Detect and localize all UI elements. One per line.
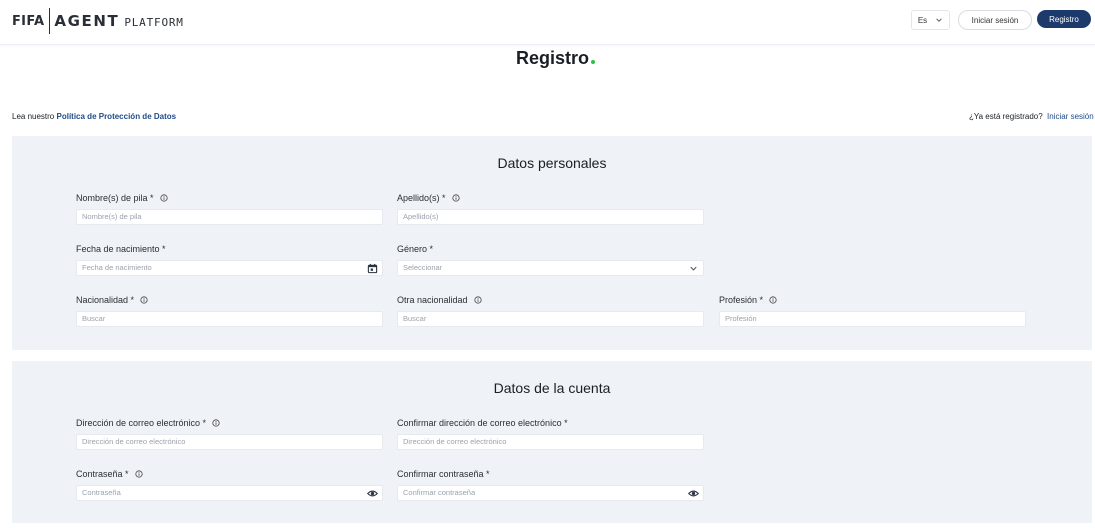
calendar-icon[interactable] — [367, 263, 378, 274]
privacy-policy-link[interactable]: Política de Protección de Datos — [57, 112, 177, 121]
first-name-input[interactable] — [82, 210, 362, 224]
email-label: Dirección de correo electrónico * — [76, 418, 220, 428]
gender-label: Género * — [397, 244, 433, 254]
other-nationality-label: Otra nacionalidad — [397, 295, 482, 305]
login-link[interactable]: Iniciar sesión — [1047, 112, 1094, 121]
last-name-label-text: Apellido(s) * — [397, 193, 446, 203]
info-icon[interactable] — [159, 194, 168, 202]
privacy-notice: Lea nuestro Política de Protección de Da… — [12, 112, 176, 121]
info-icon[interactable] — [769, 296, 777, 304]
nationality-label-text: Nacionalidad * — [76, 295, 135, 305]
info-icon[interactable] — [212, 419, 220, 427]
birth-date-field[interactable] — [76, 260, 383, 276]
confirm-password-label: Confirmar contraseña * — [397, 469, 490, 479]
confirm-email-label-text: Confirmar dirección de correo electrónic… — [397, 418, 568, 428]
eye-icon[interactable] — [688, 488, 699, 499]
password-field[interactable] — [76, 485, 383, 501]
birth-date-label-text: Fecha de nacimiento * — [76, 244, 166, 254]
personal-data-section: Datos personales Nombre(s) de pila * Ape… — [12, 136, 1092, 350]
already-registered-text: ¿Ya está registrado? — [969, 112, 1043, 121]
top-navigation-bar: FIFA AGENT PLATFORM Es Iniciar sesión Re… — [0, 0, 1095, 45]
first-name-label-text: Nombre(s) de pila * — [76, 193, 154, 203]
password-label: Contraseña * — [76, 469, 143, 479]
email-label-text: Dirección de correo electrónico * — [76, 418, 207, 428]
profession-label: Profesión * — [719, 295, 777, 305]
gender-select-value: Seleccionar — [403, 263, 443, 272]
confirm-email-label: Confirmar dirección de correo electrónic… — [397, 418, 568, 428]
birth-date-input[interactable] — [82, 261, 362, 275]
confirm-email-input[interactable] — [403, 435, 683, 449]
gender-label-text: Género * — [397, 244, 434, 254]
language-value: Es — [917, 15, 928, 25]
info-icon[interactable] — [140, 296, 148, 304]
chevron-down-icon[interactable] — [688, 263, 699, 274]
info-icon[interactable] — [473, 296, 482, 304]
password-label-text: Contraseña * — [76, 469, 129, 479]
privacy-notice-prefix: Lea nuestro — [12, 112, 55, 121]
fifa-agent-platform-logo[interactable]: FIFA AGENT PLATFORM — [12, 7, 184, 35]
logo-fifa-text: FIFA — [12, 13, 45, 29]
nationality-input[interactable] — [82, 312, 362, 326]
info-icon[interactable] — [134, 470, 143, 478]
logo-divider — [49, 8, 51, 34]
last-name-label: Apellido(s) * — [397, 193, 460, 203]
account-section-title: Datos de la cuenta — [493, 380, 611, 396]
confirm-email-field[interactable] — [397, 434, 704, 450]
birth-date-label: Fecha de nacimiento * — [76, 244, 166, 254]
profession-field[interactable] — [719, 311, 1026, 327]
logo-platform-text: PLATFORM — [124, 15, 184, 29]
password-input[interactable] — [82, 486, 362, 500]
last-name-input[interactable] — [403, 210, 683, 224]
title-accent-dot — [591, 60, 595, 64]
first-name-label: Nombre(s) de pila * — [76, 193, 168, 203]
confirm-password-input[interactable] — [403, 486, 683, 500]
profession-label-text: Profesión * — [719, 295, 764, 305]
confirm-password-field[interactable] — [397, 485, 704, 501]
first-name-field[interactable] — [76, 209, 383, 225]
chevron-down-icon — [936, 18, 942, 22]
language-selector[interactable]: Es — [911, 10, 950, 30]
other-nationality-field[interactable] — [397, 311, 704, 327]
email-field[interactable] — [76, 434, 383, 450]
register-button[interactable]: Registro — [1037, 10, 1091, 28]
confirm-password-label-text: Confirmar contraseña * — [397, 469, 490, 479]
page-title: Registro — [516, 48, 590, 68]
info-icon[interactable] — [451, 194, 460, 202]
email-input[interactable] — [82, 435, 362, 449]
account-data-section: Datos de la cuenta Dirección de correo e… — [12, 361, 1092, 523]
logo-agent-text: AGENT — [54, 12, 120, 30]
personal-section-title: Datos personales — [497, 155, 607, 171]
other-nationality-label-text: Otra nacionalidad — [397, 295, 468, 305]
nationality-label: Nacionalidad * — [76, 295, 148, 305]
login-button[interactable]: Iniciar sesión — [958, 10, 1032, 30]
eye-icon[interactable] — [367, 488, 378, 499]
nationality-field[interactable] — [76, 311, 383, 327]
gender-select[interactable]: Seleccionar — [397, 260, 704, 276]
profession-input[interactable] — [725, 312, 1005, 326]
last-name-field[interactable] — [397, 209, 704, 225]
other-nationality-input[interactable] — [403, 312, 683, 326]
